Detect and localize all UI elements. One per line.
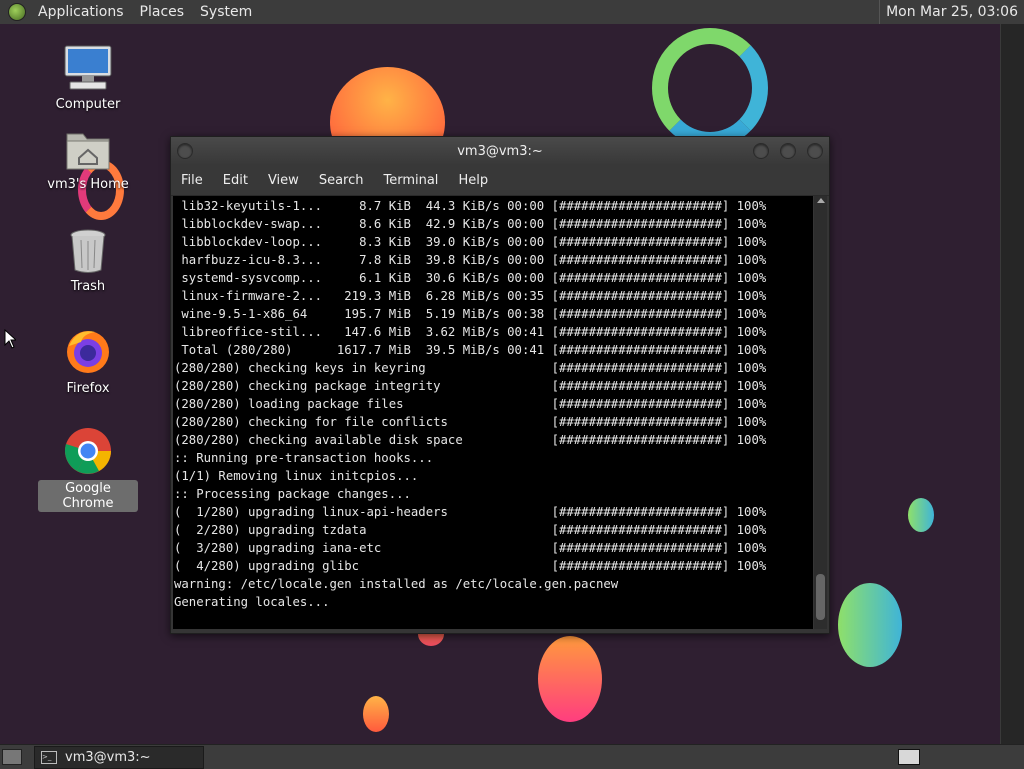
menu-help[interactable]: Help xyxy=(448,173,498,188)
terminal-output[interactable]: lib32-keyutils-1... 8.7 KiB 44.3 KiB/s 0… xyxy=(173,196,813,629)
terminal-line: harfbuzz-icu-8.3... 7.8 KiB 39.8 KiB/s 0… xyxy=(174,253,767,267)
minimize-button[interactable] xyxy=(753,143,769,159)
terminal-scrollbar[interactable] xyxy=(814,196,827,629)
desktop-icon-label: Google Chrome xyxy=(38,480,138,512)
show-desktop-icon[interactable] xyxy=(2,749,22,765)
desktop-icon-label: Firefox xyxy=(66,381,110,396)
desktop-icon-trash[interactable]: Trash xyxy=(38,228,138,295)
mouse-cursor-icon xyxy=(4,329,16,349)
terminal-line: Generating locales... xyxy=(174,595,330,609)
terminal-line: (280/280) checking available disk space … xyxy=(174,433,767,447)
clock[interactable]: Mon Mar 25, 03:06 xyxy=(879,0,1024,24)
terminal-line: (280/280) loading package files [#######… xyxy=(174,397,767,411)
terminal-line: Total (280/280) 1617.7 MiB 39.5 MiB/s 00… xyxy=(174,343,767,357)
terminal-line: ( 4/280) upgrading glibc [##############… xyxy=(174,559,767,573)
wallpaper-pink-egg xyxy=(538,636,602,722)
terminal-line: :: Running pre-transaction hooks... xyxy=(174,451,434,465)
workspace-switcher[interactable] xyxy=(898,749,920,765)
terminal-line: lib32-keyutils-1... 8.7 KiB 44.3 KiB/s 0… xyxy=(174,199,767,213)
scroll-up-arrow-icon[interactable] xyxy=(817,198,825,203)
window-title: vm3@vm3:~ xyxy=(457,144,543,159)
wallpaper-small-orange xyxy=(363,696,389,732)
computer-icon xyxy=(64,45,112,90)
desktop-icon-chrome[interactable]: Google Chrome xyxy=(38,426,138,512)
terminal-line: ( 1/280) upgrading linux-api-headers [##… xyxy=(174,505,767,519)
chrome-icon xyxy=(64,428,111,474)
menu-view[interactable]: View xyxy=(258,173,309,188)
bottom-panel: >_ vm3@vm3:~ xyxy=(0,744,1024,769)
terminal-line: (280/280) checking for file conflicts [#… xyxy=(174,415,767,429)
terminal-line: libblockdev-loop... 8.3 KiB 39.0 KiB/s 0… xyxy=(174,235,767,249)
desktop-icon-home[interactable]: vm3's Home xyxy=(38,128,138,193)
terminal-menubar: File Edit View Search Terminal Help xyxy=(171,165,829,196)
wallpaper-green-ring xyxy=(652,28,768,148)
menu-file[interactable]: File xyxy=(171,173,213,188)
menu-system[interactable]: System xyxy=(192,0,260,24)
terminal-line: systemd-sysvcomp... 6.1 KiB 30.6 KiB/s 0… xyxy=(174,271,767,285)
menu-edit[interactable]: Edit xyxy=(213,173,258,188)
wallpaper-green-egg xyxy=(838,583,902,667)
terminal-line: (280/280) checking keys in keyring [####… xyxy=(174,361,767,375)
desktop-icon-label: vm3's Home xyxy=(47,177,129,192)
terminal-line: linux-firmware-2... 219.3 MiB 6.28 MiB/s… xyxy=(174,289,767,303)
scrollbar-thumb[interactable] xyxy=(816,574,825,620)
taskbar-item-label: vm3@vm3:~ xyxy=(65,750,151,765)
trash-icon xyxy=(70,229,106,273)
taskbar-item-terminal[interactable]: >_ vm3@vm3:~ xyxy=(34,746,204,769)
terminal-text: lib32-keyutils-1... 8.7 KiB 44.3 KiB/s 0… xyxy=(173,197,813,611)
terminal-line: ( 2/280) upgrading tzdata [#############… xyxy=(174,523,767,537)
terminal-line: wine-9.5-1-x86_64 195.7 MiB 5.19 MiB/s 0… xyxy=(174,307,767,321)
terminal-line: warning: /etc/locale.gen installed as /e… xyxy=(174,577,619,591)
terminal-line: libreoffice-stil... 147.6 MiB 3.62 MiB/s… xyxy=(174,325,767,339)
terminal-window[interactable]: vm3@vm3:~ File Edit View Search Terminal… xyxy=(170,136,830,634)
terminal-line: (1/1) Removing linux initcpios... xyxy=(174,469,419,483)
terminal-line: ( 3/280) upgrading iana-etc [###########… xyxy=(174,541,767,555)
maximize-button[interactable] xyxy=(780,143,796,159)
desktop-icon-label: Computer xyxy=(55,97,121,112)
wallpaper-small-green xyxy=(908,498,934,532)
terminal-line: libblockdev-swap... 8.6 KiB 42.9 KiB/s 0… xyxy=(174,217,767,231)
terminal-line: :: Processing package changes... xyxy=(174,487,411,501)
top-panel: Applications Places System Mon Mar 25, 0… xyxy=(0,0,1024,25)
desktop-icon-computer[interactable]: Computer xyxy=(38,44,138,113)
terminal-line: (280/280) checking package integrity [##… xyxy=(174,379,767,393)
home-folder-icon xyxy=(66,133,110,170)
menu-places[interactable]: Places xyxy=(132,0,193,24)
close-button[interactable] xyxy=(807,143,823,159)
window-titlebar[interactable]: vm3@vm3:~ xyxy=(171,137,829,165)
terminal-icon: >_ xyxy=(41,751,57,764)
menu-applications[interactable]: Applications xyxy=(30,0,132,24)
menu-terminal[interactable]: Terminal xyxy=(373,173,448,188)
firefox-icon xyxy=(67,331,109,373)
desktop-icon-label: Trash xyxy=(70,279,106,294)
desktop-right-edge xyxy=(1000,24,1024,744)
window-menu-button[interactable] xyxy=(177,143,193,159)
desktop-icon-firefox[interactable]: Firefox xyxy=(38,326,138,397)
distro-logo-icon[interactable] xyxy=(8,3,26,21)
menu-search[interactable]: Search xyxy=(309,173,374,188)
